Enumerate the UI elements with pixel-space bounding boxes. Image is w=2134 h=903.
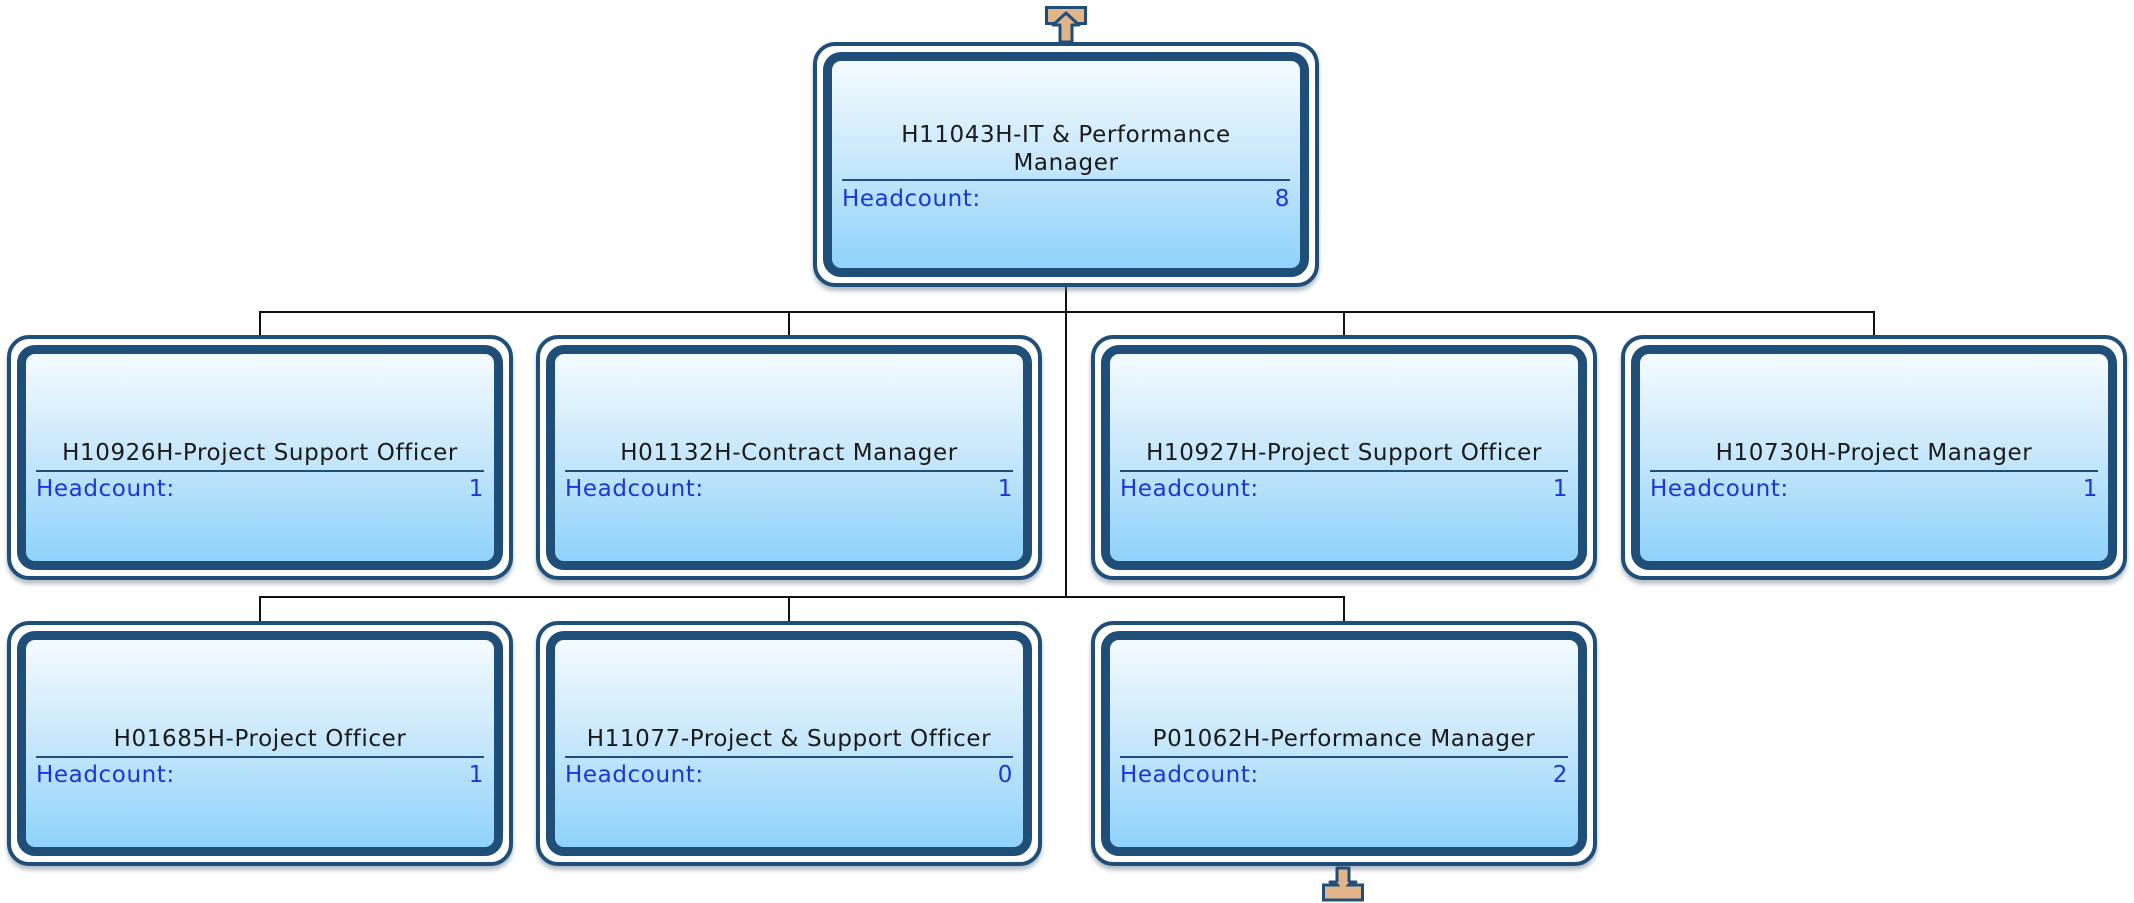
headcount-value: 1 xyxy=(468,476,484,502)
org-node[interactable]: H10927H-Project Support Officer Headcoun… xyxy=(1091,335,1597,580)
title-underline xyxy=(842,179,1290,181)
connector-row1-bus xyxy=(259,311,1875,313)
headcount-label: Headcount: xyxy=(565,762,704,788)
node-title: P01062H-Performance Manager xyxy=(1152,726,1536,752)
connector-drop-5 xyxy=(259,596,261,622)
node-title: H10927H-Project Support Officer xyxy=(1146,440,1542,466)
connector-row2-bus xyxy=(259,596,1345,598)
headcount-value: 8 xyxy=(1274,186,1290,212)
headcount-label: Headcount: xyxy=(842,186,981,212)
node-title: H10730H-Project Manager xyxy=(1715,440,2033,466)
headcount-value: 0 xyxy=(997,762,1013,788)
arrow-down-icon[interactable] xyxy=(1322,866,1364,902)
headcount-label: Headcount: xyxy=(1120,762,1259,788)
org-node-body: H01685H-Project Officer Headcount: 1 xyxy=(17,631,503,856)
org-node[interactable]: H01132H-Contract Manager Headcount: 1 xyxy=(536,335,1042,580)
headcount-label: Headcount: xyxy=(36,762,175,788)
headcount-label: Headcount: xyxy=(1120,476,1259,502)
headcount-label: Headcount: xyxy=(1650,476,1789,502)
headcount-value: 1 xyxy=(1552,476,1568,502)
node-title: H01132H-Contract Manager xyxy=(620,440,958,466)
title-underline xyxy=(565,470,1013,472)
org-chart: H11043H-IT & Performance Manager Headcou… xyxy=(0,0,2134,903)
connector-trunk xyxy=(1065,284,1067,596)
node-title: H11077-Project & Support Officer xyxy=(586,726,992,752)
org-node[interactable]: H01685H-Project Officer Headcount: 1 xyxy=(7,621,513,866)
title-underline xyxy=(36,470,484,472)
title-underline xyxy=(1120,470,1568,472)
title-underline xyxy=(565,756,1013,758)
node-title: H11043H-IT & Performance Manager xyxy=(901,122,1231,176)
org-node[interactable]: H10926H-Project Support Officer Headcoun… xyxy=(7,335,513,580)
title-underline xyxy=(1650,470,2098,472)
org-node[interactable]: P01062H-Performance Manager Headcount: 2 xyxy=(1091,621,1597,866)
headcount-value: 1 xyxy=(468,762,484,788)
node-title: H10926H-Project Support Officer xyxy=(62,440,458,466)
arrow-up-icon[interactable] xyxy=(1045,6,1087,44)
headcount-label: Headcount: xyxy=(36,476,175,502)
connector-drop-3 xyxy=(1343,311,1345,337)
headcount-value: 2 xyxy=(1552,762,1568,788)
headcount-value: 1 xyxy=(2082,476,2098,502)
connector-drop-4 xyxy=(1873,311,1875,337)
connector-drop-2 xyxy=(788,311,790,337)
org-node-body: H11043H-IT & Performance Manager Headcou… xyxy=(823,52,1309,277)
org-node-body: H11077-Project & Support Officer Headcou… xyxy=(546,631,1032,856)
connector-drop-6 xyxy=(788,596,790,622)
title-underline xyxy=(1120,756,1568,758)
org-node-body: H10730H-Project Manager Headcount: 1 xyxy=(1631,345,2117,570)
org-node[interactable]: H11077-Project & Support Officer Headcou… xyxy=(536,621,1042,866)
org-node-body: H01132H-Contract Manager Headcount: 1 xyxy=(546,345,1032,570)
org-node-body: P01062H-Performance Manager Headcount: 2 xyxy=(1101,631,1587,856)
org-node-body: H10927H-Project Support Officer Headcoun… xyxy=(1101,345,1587,570)
connector-drop-1 xyxy=(259,311,261,337)
headcount-label: Headcount: xyxy=(565,476,704,502)
org-node-root[interactable]: H11043H-IT & Performance Manager Headcou… xyxy=(813,42,1319,287)
title-underline xyxy=(36,756,484,758)
headcount-value: 1 xyxy=(997,476,1013,502)
node-title: H01685H-Project Officer xyxy=(113,726,407,752)
org-node[interactable]: H10730H-Project Manager Headcount: 1 xyxy=(1621,335,2127,580)
org-node-body: H10926H-Project Support Officer Headcoun… xyxy=(17,345,503,570)
connector-drop-7 xyxy=(1343,596,1345,622)
